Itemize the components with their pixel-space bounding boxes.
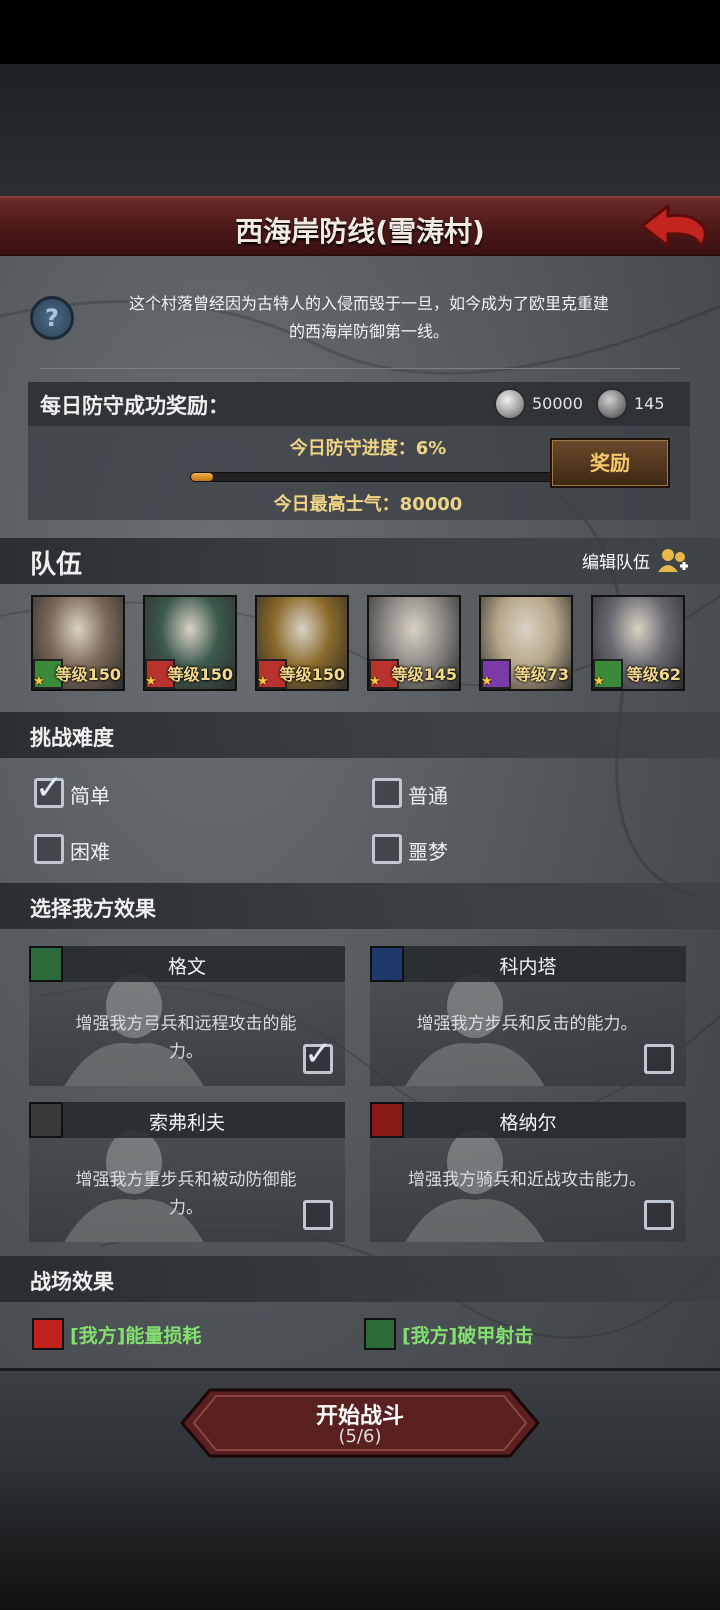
defense-progress-bar: [190, 472, 554, 482]
edit-team-label: 编辑队伍: [582, 552, 650, 573]
effect-description: 增强我方骑兵和近战攻击能力。: [408, 1170, 646, 1190]
effect-name: 科内塔: [499, 956, 557, 978]
effect-card-header: 索弗利夫: [29, 1102, 345, 1138]
defense-progress-text: 今日防守进度：6%: [289, 438, 447, 459]
intro-text: 这个村落曾经因为古特人的入侵而毁于一旦，如今成为了欧里克重建 的西海岸防御第一线…: [84, 290, 654, 346]
hero-portrait[interactable]: ★ 等级150: [143, 595, 237, 691]
hero-portrait[interactable]: ★ 等级150: [255, 595, 349, 691]
hero-star-icon: ★: [257, 674, 269, 689]
start-battle-button[interactable]: 开始战斗 (5/6): [180, 1388, 540, 1458]
background-top: [0, 64, 720, 196]
stone-amount: 145: [634, 394, 665, 413]
effect-emblem-icon: [29, 946, 63, 982]
hero-portrait[interactable]: ★ 等级145: [367, 595, 461, 691]
back-arrow-icon: [639, 202, 707, 250]
effect-emblem-icon: [370, 1102, 404, 1138]
silver-coin-icon: [494, 388, 526, 420]
effect-card-header: 格文: [29, 946, 345, 982]
effects-section-bar: 选择我方效果: [0, 883, 720, 929]
divider: [40, 368, 680, 369]
reward-button[interactable]: 奖励: [550, 438, 670, 488]
team-edit-icon: [656, 546, 690, 574]
battlefield-effect-icon: [32, 1318, 64, 1350]
effect-emblem-icon: [370, 946, 404, 982]
difficulty-label: 普通: [408, 784, 448, 808]
hero-star-icon: ★: [481, 674, 493, 689]
difficulty-checkbox[interactable]: ✓: [34, 771, 64, 808]
effect-description: 增强我方弓兵和远程攻击的能力。: [75, 1014, 297, 1062]
effect-name: 索弗利夫: [148, 1112, 225, 1134]
effect-checkbox[interactable]: [303, 1200, 333, 1230]
difficulty-label: 噩梦: [408, 840, 448, 864]
battlefield-effect-icon: [364, 1318, 396, 1350]
battlefield-effect-item[interactable]: [我方]破甲射击: [364, 1318, 533, 1350]
stone-coin-icon: [596, 388, 628, 420]
battlefield-effect-label: [我方]能量损耗: [70, 1324, 202, 1347]
difficulty-label: 困难: [70, 840, 110, 864]
intro-line-1: 这个村落曾经因为古特人的入侵而毁于一旦，如今成为了欧里克重建: [128, 294, 609, 313]
daily-reward-panel: 每日防守成功奖励： 50000 145 今日防守进度：6% 今日最高士气：800…: [28, 382, 690, 520]
effect-description: 增强我方步兵和反击的能力。: [416, 1014, 638, 1034]
back-button[interactable]: [638, 202, 710, 254]
team-section-bar: 队伍 编辑队伍: [0, 538, 720, 584]
hero-portrait[interactable]: ★ 等级150: [31, 595, 125, 691]
start-battle-count: (5/6): [338, 1426, 382, 1447]
effect-emblem-icon: [29, 1102, 63, 1138]
hero-level: 等级73: [514, 665, 569, 684]
intro-line-2: 的西海岸防御第一线。: [288, 322, 449, 341]
battlefield-effect-label: [我方]破甲射击: [402, 1324, 534, 1347]
hero-star-icon: ★: [33, 674, 45, 689]
reward-header: 每日防守成功奖励： 50000 145: [28, 382, 690, 426]
help-icon[interactable]: ?: [30, 296, 74, 340]
effect-checkbox[interactable]: [644, 1044, 674, 1074]
reward-label: 每日防守成功奖励：: [40, 394, 229, 418]
hero-star-icon: ★: [593, 674, 605, 689]
hero-portrait[interactable]: ★ 等级73: [479, 595, 573, 691]
defense-progress-fill: [191, 473, 213, 481]
difficulty-checkbox[interactable]: [372, 834, 402, 864]
silver-amount: 50000: [532, 394, 583, 413]
effect-card-header: 科内塔: [370, 946, 686, 982]
effect-card[interactable]: 格纳尔增强我方骑兵和近战攻击能力。: [370, 1102, 686, 1242]
effect-checkbox[interactable]: ✓: [303, 1037, 333, 1074]
battlefield-effect-item[interactable]: [我方]能量损耗: [32, 1318, 201, 1350]
effect-card-header: 格纳尔: [370, 1102, 686, 1138]
hero-star-icon: ★: [145, 674, 157, 689]
hero-level: 等级150: [55, 665, 121, 684]
team-title: 队伍: [30, 550, 83, 580]
difficulty-section-bar: 挑战难度: [0, 712, 720, 758]
checkmark-icon: ✓: [35, 768, 64, 808]
hero-star-icon: ★: [369, 674, 381, 689]
difficulty-title: 挑战难度: [30, 726, 114, 750]
hero-list: ★ 等级150 ★ 等级150 ★ 等级150 ★ 等级145 ★ 等级73 ★ 等级62: [31, 595, 691, 691]
max-morale-text: 今日最高士气：80000: [273, 494, 463, 515]
hero-portrait[interactable]: ★ 等级62: [591, 595, 685, 691]
page-title: 西海岸防线(雪涛村): [235, 215, 485, 248]
hero-level: 等级150: [279, 665, 345, 684]
effect-name: 格纳尔: [499, 1112, 557, 1134]
battlefield-title: 战场效果: [30, 1270, 114, 1294]
difficulty-label: 简单: [70, 784, 110, 808]
title-bar: 西海岸防线(雪涛村): [0, 196, 720, 256]
hero-level: 等级150: [167, 665, 233, 684]
effect-description: 增强我方重步兵和被动防御能力。: [75, 1170, 297, 1218]
effects-title: 选择我方效果: [30, 897, 156, 921]
effect-card[interactable]: 索弗利夫增强我方重步兵和被动防御能力。: [29, 1102, 345, 1242]
effect-card[interactable]: 格文增强我方弓兵和远程攻击的能力。 ✓: [29, 946, 345, 1086]
status-bar-area: [0, 0, 720, 64]
hero-level: 等级62: [626, 665, 681, 684]
effect-checkbox[interactable]: [644, 1200, 674, 1230]
difficulty-checkbox[interactable]: [34, 834, 64, 864]
difficulty-checkbox[interactable]: [372, 778, 402, 808]
checkmark-icon: ✓: [304, 1034, 333, 1074]
battlefield-section-bar: 战场效果: [0, 1256, 720, 1302]
effect-name: 格文: [167, 956, 206, 978]
effect-card[interactable]: 科内塔增强我方步兵和反击的能力。: [370, 946, 686, 1086]
hero-level: 等级145: [391, 665, 457, 684]
edit-team-button[interactable]: 编辑队伍: [582, 546, 690, 574]
background-bottom: [0, 1480, 720, 1610]
